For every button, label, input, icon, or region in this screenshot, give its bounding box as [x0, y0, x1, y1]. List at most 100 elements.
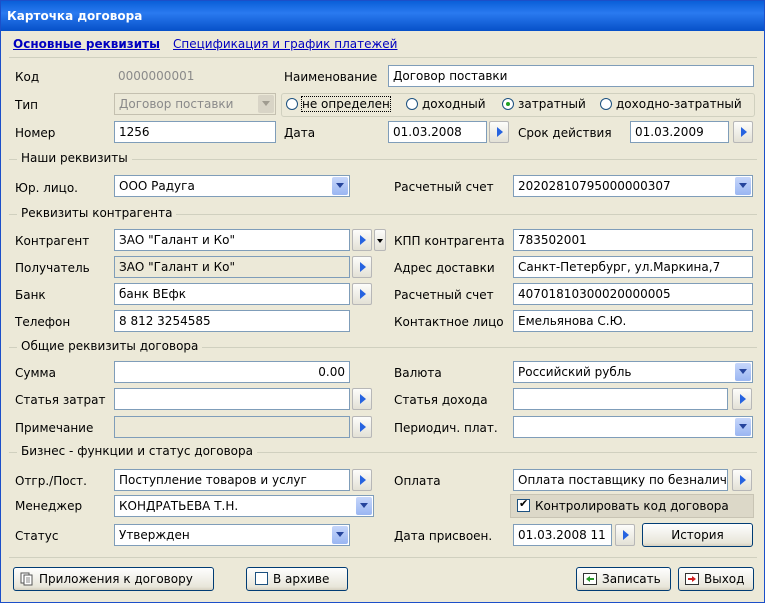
- radio-undefined[interactable]: не определен: [286, 96, 391, 112]
- counterparty-dropdown-icon[interactable]: [374, 229, 386, 251]
- archive-label: В архиве: [273, 572, 330, 586]
- type-select-value: Договор поставки: [119, 97, 234, 111]
- chevron-down-icon[interactable]: [735, 363, 751, 381]
- business-section: Бизнес - функции и статус договора: [9, 444, 757, 458]
- cp-account-field[interactable]: 40701810300020000005: [513, 283, 753, 305]
- number-field[interactable]: 1256: [114, 121, 276, 143]
- date-field[interactable]: 01.03.2008: [388, 121, 487, 143]
- radio-circle-icon: [600, 98, 612, 110]
- counterparty-label: Контрагент: [15, 234, 90, 248]
- title-bar[interactable]: Карточка договора: [1, 1, 764, 31]
- contract-card-window: Карточка договора Основные реквизиты Спе…: [0, 0, 765, 603]
- radio-income[interactable]: доходный: [406, 97, 486, 111]
- checkbox-checked-icon: [517, 497, 530, 512]
- history-button[interactable]: История: [642, 523, 753, 547]
- manager-value: КОНДРАТЬЕВА Т.Н.: [119, 499, 239, 513]
- radio-income-expense[interactable]: доходно-затратный: [600, 97, 742, 111]
- control-code-label: Контролировать код договора: [535, 499, 729, 513]
- name-field[interactable]: Договор поставки: [388, 65, 754, 87]
- our-account-select[interactable]: 20202810795000000307: [513, 175, 753, 197]
- contact-field[interactable]: Емельянова С.Ю.: [513, 310, 753, 332]
- payment-field[interactable]: Оплата поставщику по безналич: [513, 469, 728, 491]
- periodic-label: Периодич. плат.: [394, 421, 498, 435]
- date-picker-arrow-icon[interactable]: [489, 121, 509, 143]
- chevron-down-icon[interactable]: [356, 497, 372, 515]
- radio-income-expense-label: доходно-затратный: [616, 97, 742, 111]
- shipment-field[interactable]: Поступление товаров и услуг: [114, 469, 350, 491]
- payment-arrow-icon[interactable]: [732, 469, 752, 491]
- save-icon: [583, 572, 597, 586]
- general-title: Общие реквизиты договора: [17, 339, 203, 353]
- archive-checkbox[interactable]: В архиве: [246, 567, 348, 591]
- validity-field[interactable]: 01.03.2009: [630, 121, 729, 143]
- contact-label: Контактное лицо: [394, 315, 504, 329]
- radio-circle-icon: [286, 98, 298, 110]
- currency-label: Валюта: [394, 366, 442, 380]
- counterparty-select-arrow-icon[interactable]: [352, 229, 372, 251]
- chevron-down-icon[interactable]: [735, 177, 751, 195]
- tab-divider: [9, 57, 757, 58]
- phone-field[interactable]: 8 812 3254585: [114, 310, 350, 332]
- shipment-arrow-icon[interactable]: [352, 469, 372, 491]
- type-select: Договор поставки: [114, 93, 276, 115]
- delivery-address-field[interactable]: Санкт-Петербург, ул.Маркина,7: [513, 256, 753, 278]
- note-arrow-icon[interactable]: [352, 416, 372, 438]
- code-value: 0000000001: [118, 69, 195, 83]
- expense-item-arrow-icon[interactable]: [352, 388, 372, 410]
- legal-entity-select[interactable]: ООО Радуга: [114, 175, 350, 197]
- tab-specification[interactable]: Спецификация и график платежей: [173, 37, 397, 51]
- tab-main-details[interactable]: Основные реквизиты: [13, 37, 160, 51]
- assigned-date-label: Дата присвоен.: [394, 529, 493, 543]
- exit-button[interactable]: Выход: [678, 567, 754, 591]
- shipment-label: Отгр./Пост.: [15, 474, 87, 488]
- currency-select[interactable]: Российский рубль: [513, 361, 753, 383]
- recipient-field[interactable]: ЗАО "Галант и Ко": [114, 256, 350, 278]
- chevron-down-icon: [258, 95, 274, 113]
- name-label: Наименование: [284, 70, 378, 84]
- bank-field[interactable]: банк ВЕфк: [114, 283, 350, 305]
- save-button[interactable]: Записать: [576, 567, 671, 591]
- recipient-select-arrow-icon[interactable]: [352, 256, 372, 278]
- status-value: Утвержден: [119, 528, 190, 542]
- radio-undefined-label: не определен: [301, 96, 391, 112]
- income-item-arrow-icon[interactable]: [732, 388, 752, 410]
- legal-entity-value: ООО Радуга: [119, 179, 195, 193]
- kpp-field[interactable]: 783502001: [513, 229, 753, 251]
- sum-field[interactable]: 0.00: [114, 361, 350, 383]
- chevron-down-icon[interactable]: [332, 526, 348, 544]
- status-select[interactable]: Утвержден: [114, 524, 350, 546]
- phone-label: Телефон: [15, 315, 71, 329]
- counterparty-field[interactable]: ЗАО "Галант и Ко": [114, 229, 350, 251]
- radio-expense[interactable]: затратный: [502, 97, 586, 111]
- assigned-date-arrow-icon[interactable]: [615, 524, 635, 546]
- type-label: Тип: [15, 98, 38, 112]
- chevron-down-icon[interactable]: [332, 177, 348, 195]
- assigned-date-field[interactable]: 01.03.2008 11: [513, 524, 612, 546]
- our-details-section: Наши реквизиты: [9, 151, 757, 165]
- expense-item-field[interactable]: [114, 388, 350, 410]
- documents-icon: [20, 572, 34, 586]
- bank-label: Банк: [15, 288, 46, 302]
- note-field[interactable]: [114, 416, 350, 438]
- general-section: Общие реквизиты договора: [9, 339, 757, 353]
- expense-item-label: Статья затрат: [15, 393, 106, 407]
- kpp-label: КПП контрагента: [394, 234, 505, 248]
- bank-select-arrow-icon[interactable]: [352, 283, 372, 305]
- chevron-down-icon[interactable]: [735, 418, 751, 436]
- control-code-checkbox[interactable]: Контролировать код договора: [510, 494, 754, 518]
- footer-divider: [9, 557, 757, 558]
- currency-value: Российский рубль: [518, 365, 632, 379]
- manager-select[interactable]: КОНДРАТЬЕВА Т.Н.: [114, 495, 374, 517]
- attachments-button[interactable]: Приложения к договору: [13, 567, 214, 591]
- validity-picker-arrow-icon[interactable]: [733, 121, 753, 143]
- periodic-select[interactable]: [513, 416, 753, 438]
- our-details-title: Наши реквизиты: [17, 151, 132, 165]
- cp-account-label: Расчетный счет: [394, 288, 494, 302]
- counterparty-title: Реквизиты контрагента: [17, 206, 177, 220]
- radio-income-label: доходный: [422, 97, 486, 111]
- exit-icon: [685, 572, 699, 586]
- sum-label: Сумма: [15, 366, 56, 380]
- manager-label: Менеджер: [15, 499, 83, 513]
- business-title: Бизнес - функции и статус договора: [17, 444, 257, 458]
- income-item-field[interactable]: [513, 388, 728, 410]
